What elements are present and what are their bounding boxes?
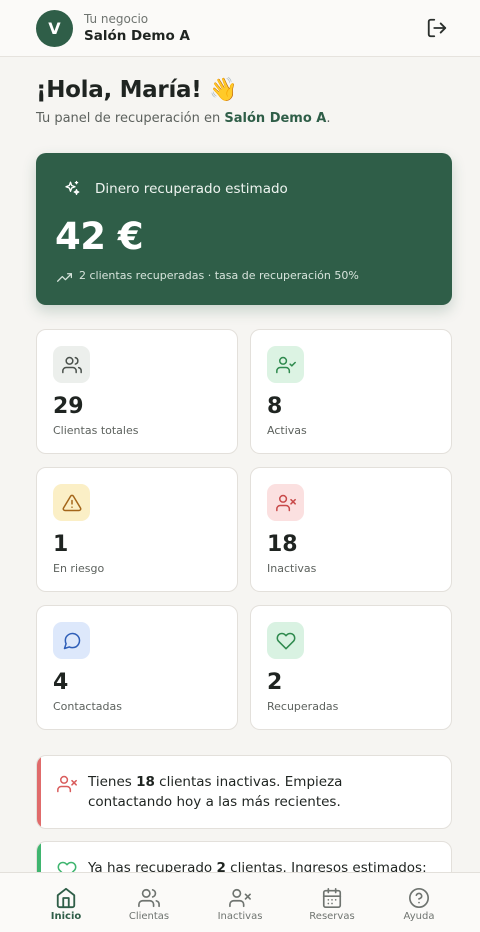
hero-amount: 42 €	[55, 215, 144, 258]
calendar-icon	[322, 888, 342, 908]
bottom-nav: Inicio Clientas Inactivas Reservas Ayuda	[0, 872, 480, 932]
alert-accent-bar	[37, 756, 41, 828]
stat-value: 2	[267, 670, 283, 695]
stat-card-recovered[interactable]: 2 Recuperadas	[250, 605, 452, 730]
stat-value: 4	[53, 670, 69, 695]
tab-clientas[interactable]: Clientas	[101, 873, 197, 932]
stat-label: En riesgo	[53, 562, 105, 575]
top-bar: V Tu negocio Salón Demo A	[0, 0, 480, 57]
tab-label: Reservas	[309, 911, 355, 922]
greeting-title: ¡Hola, María! 👋	[36, 77, 238, 103]
tab-label: Ayuda	[403, 911, 435, 922]
subtitle-business: Salón Demo A	[224, 111, 327, 126]
stat-card-inactive[interactable]: 18 Inactivas	[250, 467, 452, 592]
alert-count: 18	[136, 774, 155, 790]
stat-label: Clientas totales	[53, 424, 139, 437]
avatar[interactable]: V	[36, 9, 73, 47]
tab-label: Clientas	[128, 911, 170, 922]
tab-inactivas[interactable]: Inactivas	[192, 873, 288, 932]
business-name: Salón Demo A	[84, 27, 190, 44]
tab-inicio[interactable]: Inicio	[18, 873, 114, 932]
hero-title: Dinero recuperado estimado	[95, 181, 288, 197]
stat-value: 1	[53, 532, 69, 557]
stat-label: Recuperadas	[267, 700, 339, 713]
stat-label: Activas	[267, 424, 307, 437]
alert-text: Tienes 18 clientas inactivas. Empieza co…	[88, 772, 429, 812]
subtitle-prefix: Tu panel de recuperación en	[36, 111, 225, 126]
trending-up-icon	[57, 273, 72, 282]
alert-triangle-icon	[53, 484, 90, 521]
stat-card-total[interactable]: 29 Clientas totales	[36, 329, 238, 454]
tab-reservas[interactable]: Reservas	[284, 873, 380, 932]
logout-icon[interactable]	[426, 17, 448, 39]
users-icon	[53, 346, 90, 383]
stat-value: 8	[267, 394, 283, 419]
business-info: Tu negocio Salón Demo A	[84, 12, 190, 45]
stat-value: 18	[267, 532, 298, 557]
alert-inactive-clients[interactable]: Tienes 18 clientas inactivas. Empieza co…	[36, 755, 452, 829]
users-icon	[138, 888, 160, 908]
stat-label: Inactivas	[267, 562, 317, 575]
subtitle-suffix: .	[326, 111, 331, 126]
tab-label: Inactivas	[217, 911, 263, 922]
stat-card-at-risk[interactable]: 1 En riesgo	[36, 467, 238, 592]
user-x-icon	[229, 888, 251, 908]
hero-stats: 2 clientas recuperadas · tasa de recuper…	[79, 269, 359, 282]
user-x-icon	[57, 775, 77, 793]
recovered-money-card: Dinero recuperado estimado 42 € 2 client…	[36, 153, 452, 305]
user-x-icon	[267, 484, 304, 521]
tab-label: Inicio	[50, 911, 82, 922]
home-icon	[56, 887, 76, 909]
stat-card-active[interactable]: 8 Activas	[250, 329, 452, 454]
stat-value: 29	[53, 394, 84, 419]
alert-text-pre: Tienes	[88, 774, 137, 790]
sparkles-icon	[65, 180, 80, 195]
heart-icon	[267, 622, 304, 659]
stat-label: Contactadas	[53, 700, 122, 713]
user-check-icon	[267, 346, 304, 383]
help-circle-icon	[409, 888, 429, 908]
greeting-subtitle: Tu panel de recuperación en Salón Demo A…	[36, 111, 331, 126]
stat-card-contacted[interactable]: 4 Contactadas	[36, 605, 238, 730]
message-circle-icon	[53, 622, 90, 659]
business-label: Tu negocio	[84, 11, 149, 26]
tab-ayuda[interactable]: Ayuda	[371, 873, 467, 932]
